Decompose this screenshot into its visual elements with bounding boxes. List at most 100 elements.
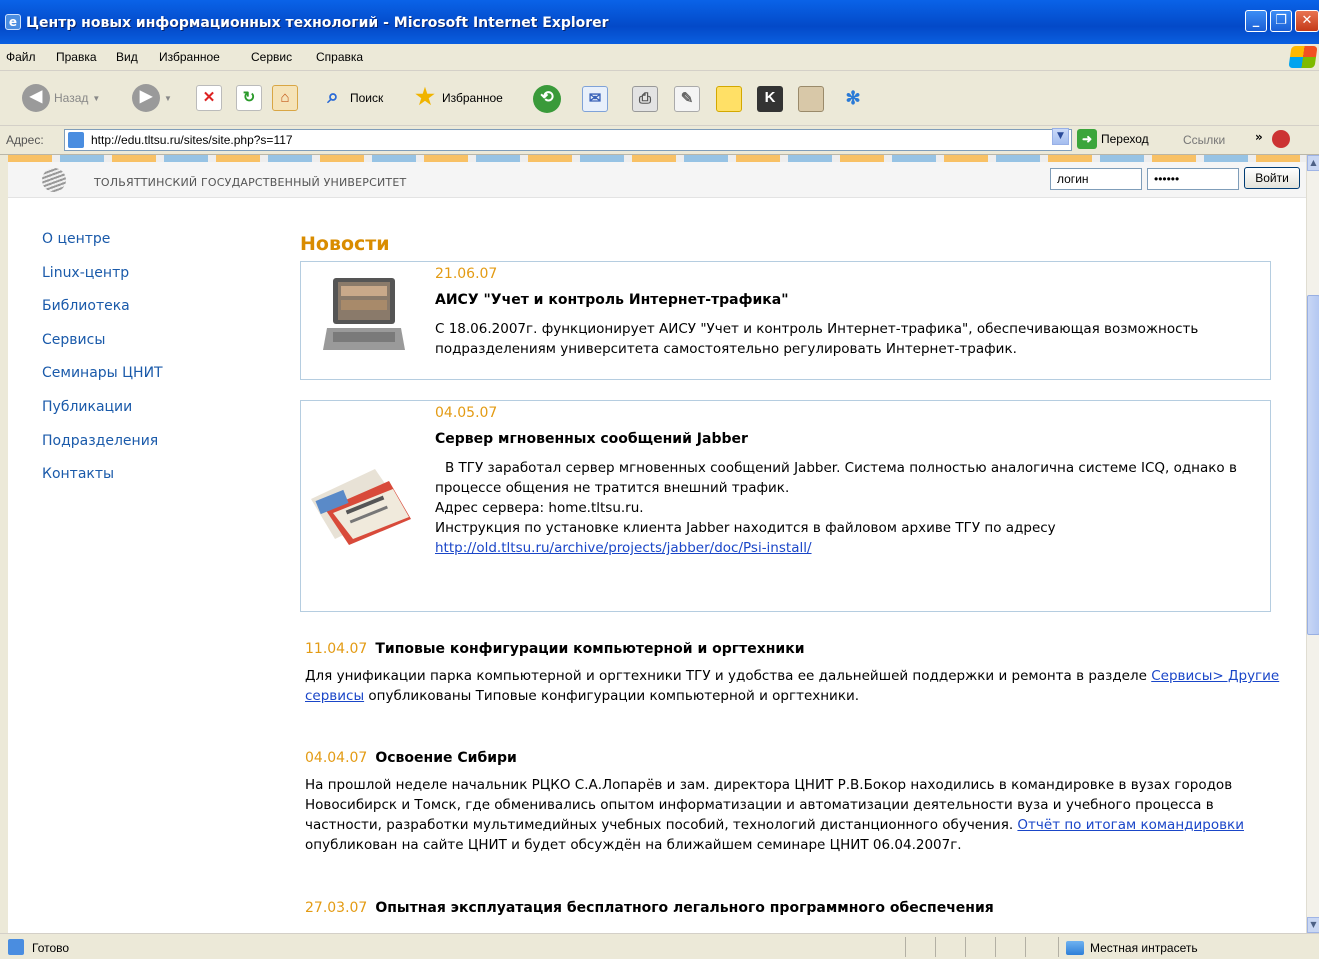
windows-logo-icon <box>1288 46 1318 68</box>
news-title[interactable]: Освоение Сибири <box>375 750 517 766</box>
back-dropdown-icon[interactable]: ▼ <box>92 94 100 103</box>
window-left-edge <box>0 155 8 933</box>
sidebar-item-services[interactable]: Сервисы <box>42 332 163 366</box>
links-chevron[interactable]: » <box>1255 130 1263 144</box>
sidebar-item-about[interactable]: О центре <box>42 231 163 265</box>
news-title[interactable]: Опытная эксплуатация бесплатного легальн… <box>375 900 993 916</box>
news-date: 21.06.07 <box>435 266 498 282</box>
sidebar-item-linux[interactable]: Linux-центр <box>42 265 163 299</box>
toolbar: ◀ Назад ▼ ▶ ▼ ✕ ↻ ⌂ ⌕ Поиск ★ Избранное … <box>0 71 1319 126</box>
header-stripe <box>8 155 1306 162</box>
news-heading: Новости <box>300 233 390 255</box>
k-icon[interactable]: K <box>757 86 783 112</box>
messenger-icon[interactable]: ✻ <box>840 86 866 112</box>
menu-file[interactable]: Файл <box>6 50 36 64</box>
menu-favorites[interactable]: Избранное <box>159 50 220 64</box>
page-icon <box>68 132 84 148</box>
address-bar: Адрес: http://edu.tltsu.ru/sites/site.ph… <box>0 126 1319 155</box>
university-logo <box>42 168 66 192</box>
news-title[interactable]: АИСУ "Учет и контроль Интернет-трафика" <box>435 292 789 308</box>
scroll-up-icon[interactable]: ▲ <box>1307 155 1319 171</box>
status-divider <box>935 937 936 957</box>
favorites-button[interactable]: ★ Избранное <box>412 85 503 111</box>
vertical-scrollbar[interactable]: ▲ ▼ <box>1306 155 1319 933</box>
status-divider <box>1025 937 1026 957</box>
news-date: 04.05.07 <box>435 405 498 421</box>
address-label: Адрес: <box>6 133 44 147</box>
address-url: http://edu.tltsu.ru/sites/site.php?s=117 <box>91 133 293 147</box>
sidebar-item-contacts[interactable]: Контакты <box>42 466 163 500</box>
login-input[interactable] <box>1050 168 1142 190</box>
status-divider <box>965 937 966 957</box>
menu-view[interactable]: Вид <box>116 50 138 64</box>
forward-button[interactable]: ▶ ▼ <box>132 84 172 112</box>
extension-icon[interactable] <box>1272 130 1290 148</box>
menu-help[interactable]: Справка <box>316 50 363 64</box>
news-text: С 18.06.2007г. функционирует АИСУ "Учет … <box>435 321 1199 357</box>
scroll-thumb[interactable] <box>1307 295 1319 635</box>
news-date: 11.04.07 <box>305 641 368 657</box>
page-content: ТОЛЬЯТТИНСКИЙ ГОСУДАРСТВЕННЫЙ УНИВЕРСИТЕ… <box>8 155 1306 933</box>
news-text: Для унификации парка компьютерной и оргт… <box>305 668 1280 704</box>
security-zone: Местная интрасеть <box>1066 941 1198 955</box>
title-bar: e Центр новых информационных технологий … <box>0 0 1319 44</box>
go-arrow-icon: ➜ <box>1077 129 1097 149</box>
window-title: Центр новых информационных технологий - … <box>26 15 609 31</box>
featured-news-1: 21.06.07 АИСУ "Учет и контроль Интернет-… <box>300 261 1271 380</box>
go-button[interactable]: ➜ Переход <box>1077 129 1149 149</box>
news-item-1: 11.04.07 Типовые конфигурации компьютерно… <box>305 641 1280 706</box>
site-header: ТОЛЬЯТТИНСКИЙ ГОСУДАРСТВЕННЫЙ УНИВЕРСИТЕ… <box>8 162 1306 198</box>
search-icon: ⌕ <box>327 86 339 108</box>
university-name: ТОЛЬЯТТИНСКИЙ ГОСУДАРСТВЕННЫЙ УНИВЕРСИТЕ… <box>94 176 407 189</box>
star-icon: ★ <box>415 84 435 109</box>
search-button[interactable]: ⌕ Поиск <box>320 85 383 111</box>
back-button[interactable]: ◀ Назад ▼ <box>22 84 100 112</box>
news-text: В ТГУ заработал сервер мгновенных сообще… <box>435 458 1255 558</box>
minimize-button[interactable]: _ <box>1245 10 1267 32</box>
password-input[interactable] <box>1147 168 1239 190</box>
menu-bar: Файл Правка Вид Избранное Сервис Справка <box>0 44 1319 71</box>
news-item-3: 27.03.07 Опытная эксплуатация бесплатного… <box>305 900 1280 916</box>
close-button[interactable]: ✕ <box>1295 10 1319 32</box>
status-divider <box>1058 937 1059 957</box>
sidebar-item-publications[interactable]: Публикации <box>42 399 163 433</box>
status-divider <box>905 937 906 957</box>
sidebar-item-library[interactable]: Библиотека <box>42 298 163 332</box>
print-icon[interactable]: ⎙ <box>632 86 658 112</box>
scroll-down-icon[interactable]: ▼ <box>1307 917 1319 933</box>
featured-news-2: 04.05.07 Сервер мгновенных сообщений Jab… <box>300 400 1271 612</box>
sidebar-nav: О центре Linux-центр Библиотека Сервисы … <box>42 231 163 500</box>
news-text: На прошлой неделе начальник РЦКО С.А.Лоп… <box>305 777 1244 853</box>
menu-tools[interactable]: Сервис <box>251 50 292 64</box>
news-title[interactable]: Сервер мгновенных сообщений Jabber <box>435 431 748 447</box>
status-divider <box>995 937 996 957</box>
news-text-line: В ТГУ заработал сервер мгновенных сообще… <box>435 460 1237 496</box>
menu-edit[interactable]: Правка <box>56 50 97 64</box>
research-icon[interactable] <box>798 86 824 112</box>
home-icon[interactable]: ⌂ <box>272 85 298 111</box>
address-dropdown-icon[interactable]: ▼ <box>1052 128 1069 145</box>
news-text-line: Адрес сервера: home.tltsu.ru. <box>435 500 644 516</box>
sidebar-item-departments[interactable]: Подразделения <box>42 433 163 467</box>
sidebar-item-seminars[interactable]: Семинары ЦНИТ <box>42 365 163 399</box>
back-arrow-icon: ◀ <box>22 84 50 112</box>
maximize-button[interactable]: ❐ <box>1270 10 1292 32</box>
newspapers-image <box>311 469 411 545</box>
edit-icon[interactable]: ✎ <box>674 86 700 112</box>
links-button[interactable]: Ссылки <box>1183 133 1225 147</box>
news-date: 27.03.07 <box>305 900 368 916</box>
history-icon[interactable]: ⟲ <box>533 85 561 113</box>
stop-icon[interactable]: ✕ <box>196 85 222 111</box>
notes-icon[interactable] <box>716 86 742 112</box>
mail-icon[interactable]: ✉ <box>582 86 608 112</box>
login-button[interactable]: Войти <box>1244 167 1300 189</box>
refresh-icon[interactable]: ↻ <box>236 85 262 111</box>
jabber-link[interactable]: http://old.tltsu.ru/archive/projects/jab… <box>435 540 812 556</box>
forward-dropdown-icon[interactable]: ▼ <box>164 94 172 103</box>
intranet-icon <box>1066 941 1084 955</box>
forward-arrow-icon: ▶ <box>132 84 160 112</box>
address-input[interactable]: http://edu.tltsu.ru/sites/site.php?s=117 <box>64 129 1072 151</box>
ie-icon: e <box>5 14 21 30</box>
news-title[interactable]: Типовые конфигурации компьютерной и оргт… <box>375 641 804 657</box>
report-link[interactable]: Отчёт по итогам командировки <box>1017 817 1244 833</box>
